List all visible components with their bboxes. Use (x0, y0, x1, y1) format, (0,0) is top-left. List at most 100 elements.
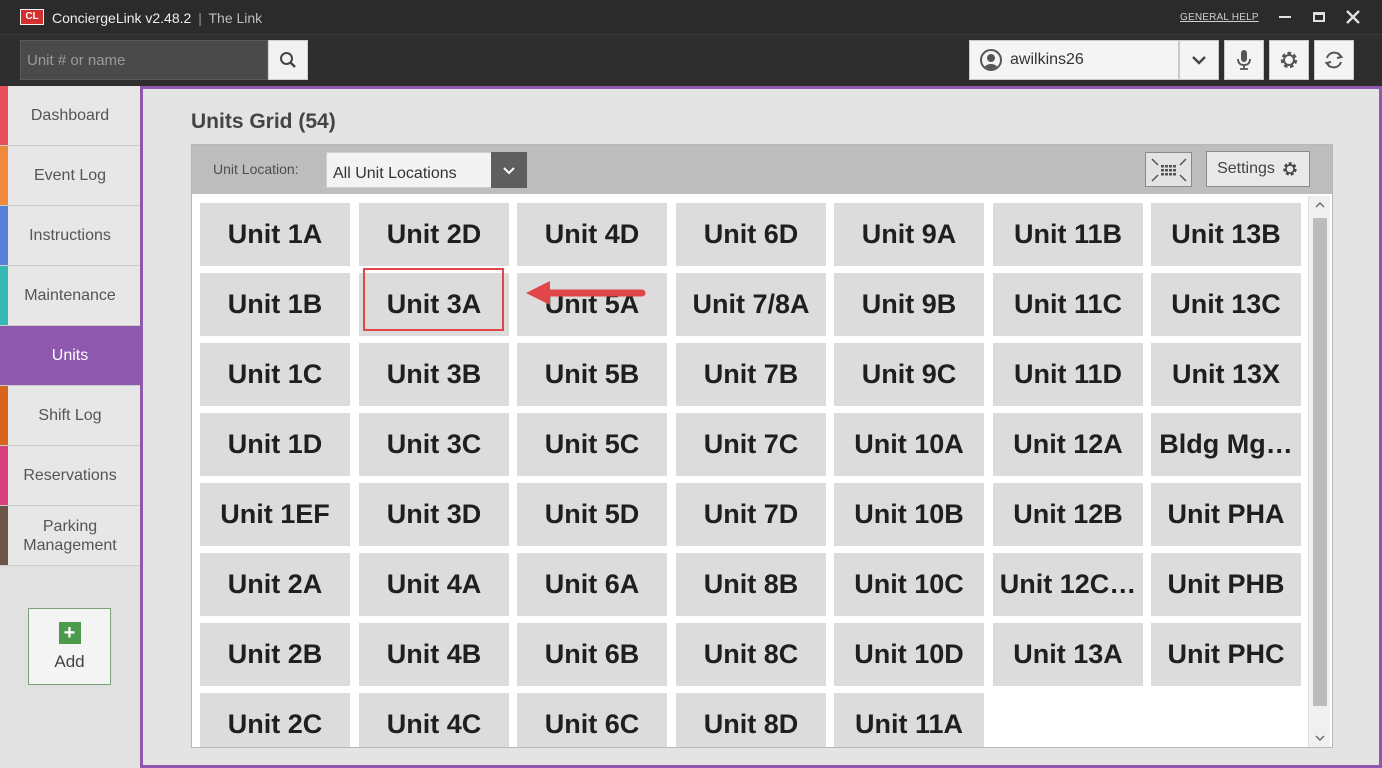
unit-tile[interactable]: Unit 1EF (200, 483, 350, 546)
unit-tile[interactable]: Unit 11B (993, 203, 1143, 266)
unit-tile[interactable]: Unit 2B (200, 623, 350, 686)
unit-tile[interactable]: Unit PHA (1151, 483, 1301, 546)
settings-gear-button[interactable] (1269, 40, 1309, 80)
unit-tile[interactable]: Unit 2C (200, 693, 350, 747)
unit-tile[interactable]: Unit 4A (359, 553, 509, 616)
general-help-link[interactable]: GENERAL HELP (1180, 12, 1259, 23)
unit-tile[interactable]: Unit 5C (517, 413, 667, 476)
unit-tile[interactable]: Unit PHC (1151, 623, 1301, 686)
unit-tile[interactable]: Unit 8D (676, 693, 826, 747)
plus-icon: + (58, 621, 81, 644)
unit-tile[interactable]: Unit 10D (834, 623, 984, 686)
unit-tile[interactable]: Unit 1D (200, 413, 350, 476)
maximize-button[interactable] (1308, 6, 1330, 28)
sidebar-item-instructions[interactable]: Instructions (0, 206, 140, 266)
unit-tile[interactable]: Unit 7D (676, 483, 826, 546)
app-title: ConciergeLink v2.48.2 | The Link (52, 10, 262, 26)
sidebar-item-label: Event Log (33, 167, 107, 184)
unit-tile[interactable]: Unit 6D (676, 203, 826, 266)
unit-tile[interactable]: Unit 7B (676, 343, 826, 406)
scroll-thumb[interactable] (1313, 218, 1327, 706)
nav-color-stripe (0, 446, 8, 505)
unit-tile[interactable]: Unit 6A (517, 553, 667, 616)
sidebar: Dashboard Event Log Instructions Mainten… (0, 86, 156, 768)
nav-color-stripe (0, 386, 8, 445)
unit-tile[interactable]: Unit 2D (359, 203, 509, 266)
unit-tile[interactable]: Unit 13C (1151, 273, 1301, 336)
unit-tile[interactable]: Unit 13A (993, 623, 1143, 686)
minimize-button[interactable] (1274, 6, 1296, 28)
unit-tile[interactable]: Unit 6C (517, 693, 667, 747)
sidebar-item-label: Dashboard (30, 107, 110, 124)
unit-tile[interactable]: Unit 7C (676, 413, 826, 476)
filter-bar: Unit Location: All Unit Locations Settin… (192, 145, 1332, 194)
page-title: Units Grid (54) (191, 110, 336, 133)
gear-icon (1283, 162, 1297, 176)
grid-view-icon (1150, 157, 1187, 182)
unit-tile[interactable]: Unit 2A (200, 553, 350, 616)
add-label: Add (54, 651, 85, 671)
unit-tile[interactable]: Unit 1B (200, 273, 350, 336)
unit-tile[interactable]: Unit 11C (993, 273, 1143, 336)
unit-tile[interactable]: Unit 1C (200, 343, 350, 406)
sidebar-item-reservations[interactable]: Reservations (0, 446, 140, 506)
unit-tile[interactable]: Unit 3D (359, 483, 509, 546)
unit-location-select[interactable]: All Unit Locations (326, 152, 492, 188)
unit-tile[interactable]: Unit 11A (834, 693, 984, 747)
unit-tile[interactable]: Unit 6B (517, 623, 667, 686)
unit-location-dropdown-button[interactable] (491, 152, 527, 188)
unit-tile[interactable]: Unit 10B (834, 483, 984, 546)
sidebar-item-parking-management[interactable]: Parking Management (0, 506, 140, 566)
search-input[interactable] (20, 40, 268, 80)
sidebar-item-label: Units (51, 347, 89, 364)
unit-tile[interactable]: Unit 4C (359, 693, 509, 747)
unit-tile[interactable]: Unit 5B (517, 343, 667, 406)
unit-tile[interactable]: Unit PHB (1151, 553, 1301, 616)
unit-tile[interactable]: Unit 1A (200, 203, 350, 266)
title-separator: | (198, 10, 202, 26)
unit-tile[interactable]: Unit 11D (993, 343, 1143, 406)
unit-tile[interactable]: Unit 5D (517, 483, 667, 546)
unit-tile[interactable]: Unit 7/8A (676, 273, 826, 336)
unit-tile[interactable]: Unit 13B (1151, 203, 1301, 266)
scroll-up-button[interactable] (1309, 196, 1331, 214)
add-button[interactable]: + Add (28, 608, 111, 685)
sidebar-item-units[interactable]: Units (0, 326, 156, 386)
unit-tile[interactable]: Unit 9A (834, 203, 984, 266)
close-icon (1346, 10, 1360, 24)
unit-tile[interactable]: Unit 4B (359, 623, 509, 686)
microphone-button[interactable] (1224, 40, 1264, 80)
unit-tile[interactable]: Unit 10A (834, 413, 984, 476)
user-account-box[interactable]: awilkins26 (969, 40, 1179, 80)
sidebar-item-maintenance[interactable]: Maintenance (0, 266, 140, 326)
unit-tile[interactable]: Unit 12A (993, 413, 1143, 476)
unit-tile[interactable]: Unit 12B (993, 483, 1143, 546)
unit-tile[interactable]: Unit 4D (517, 203, 667, 266)
unit-tile[interactable]: Unit 10C (834, 553, 984, 616)
unit-tile[interactable]: Unit 9B (834, 273, 984, 336)
unit-tile[interactable]: Unit 3C (359, 413, 509, 476)
unit-tile[interactable]: Unit 9C (834, 343, 984, 406)
units-grid-panel: Unit Location: All Unit Locations Settin… (191, 144, 1333, 748)
unit-tile[interactable]: Unit 8B (676, 553, 826, 616)
annotation-arrow-icon (526, 281, 646, 305)
unit-tile[interactable]: Unit 12C… (993, 553, 1143, 616)
sidebar-item-shift-log[interactable]: Shift Log (0, 386, 140, 446)
unit-tile[interactable]: Bldg Mg… (1151, 413, 1301, 476)
grid-view-toggle-button[interactable] (1145, 152, 1192, 187)
sidebar-item-event-log[interactable]: Event Log (0, 146, 140, 206)
unit-tile[interactable]: Unit 3B (359, 343, 509, 406)
unit-tile[interactable]: Unit 13X (1151, 343, 1301, 406)
refresh-button[interactable] (1314, 40, 1354, 80)
app-name: ConciergeLink v2.48.2 (52, 10, 192, 26)
chevron-down-icon (1192, 56, 1206, 65)
vertical-scrollbar[interactable] (1308, 196, 1330, 747)
grid-settings-button[interactable]: Settings (1206, 151, 1310, 187)
close-button[interactable] (1342, 6, 1364, 28)
scroll-down-button[interactable] (1309, 729, 1331, 747)
search-button[interactable] (268, 40, 308, 80)
user-menu-dropdown[interactable] (1179, 40, 1219, 80)
unit-tile[interactable]: Unit 8C (676, 623, 826, 686)
sidebar-item-dashboard[interactable]: Dashboard (0, 86, 140, 146)
search-icon (280, 52, 296, 68)
